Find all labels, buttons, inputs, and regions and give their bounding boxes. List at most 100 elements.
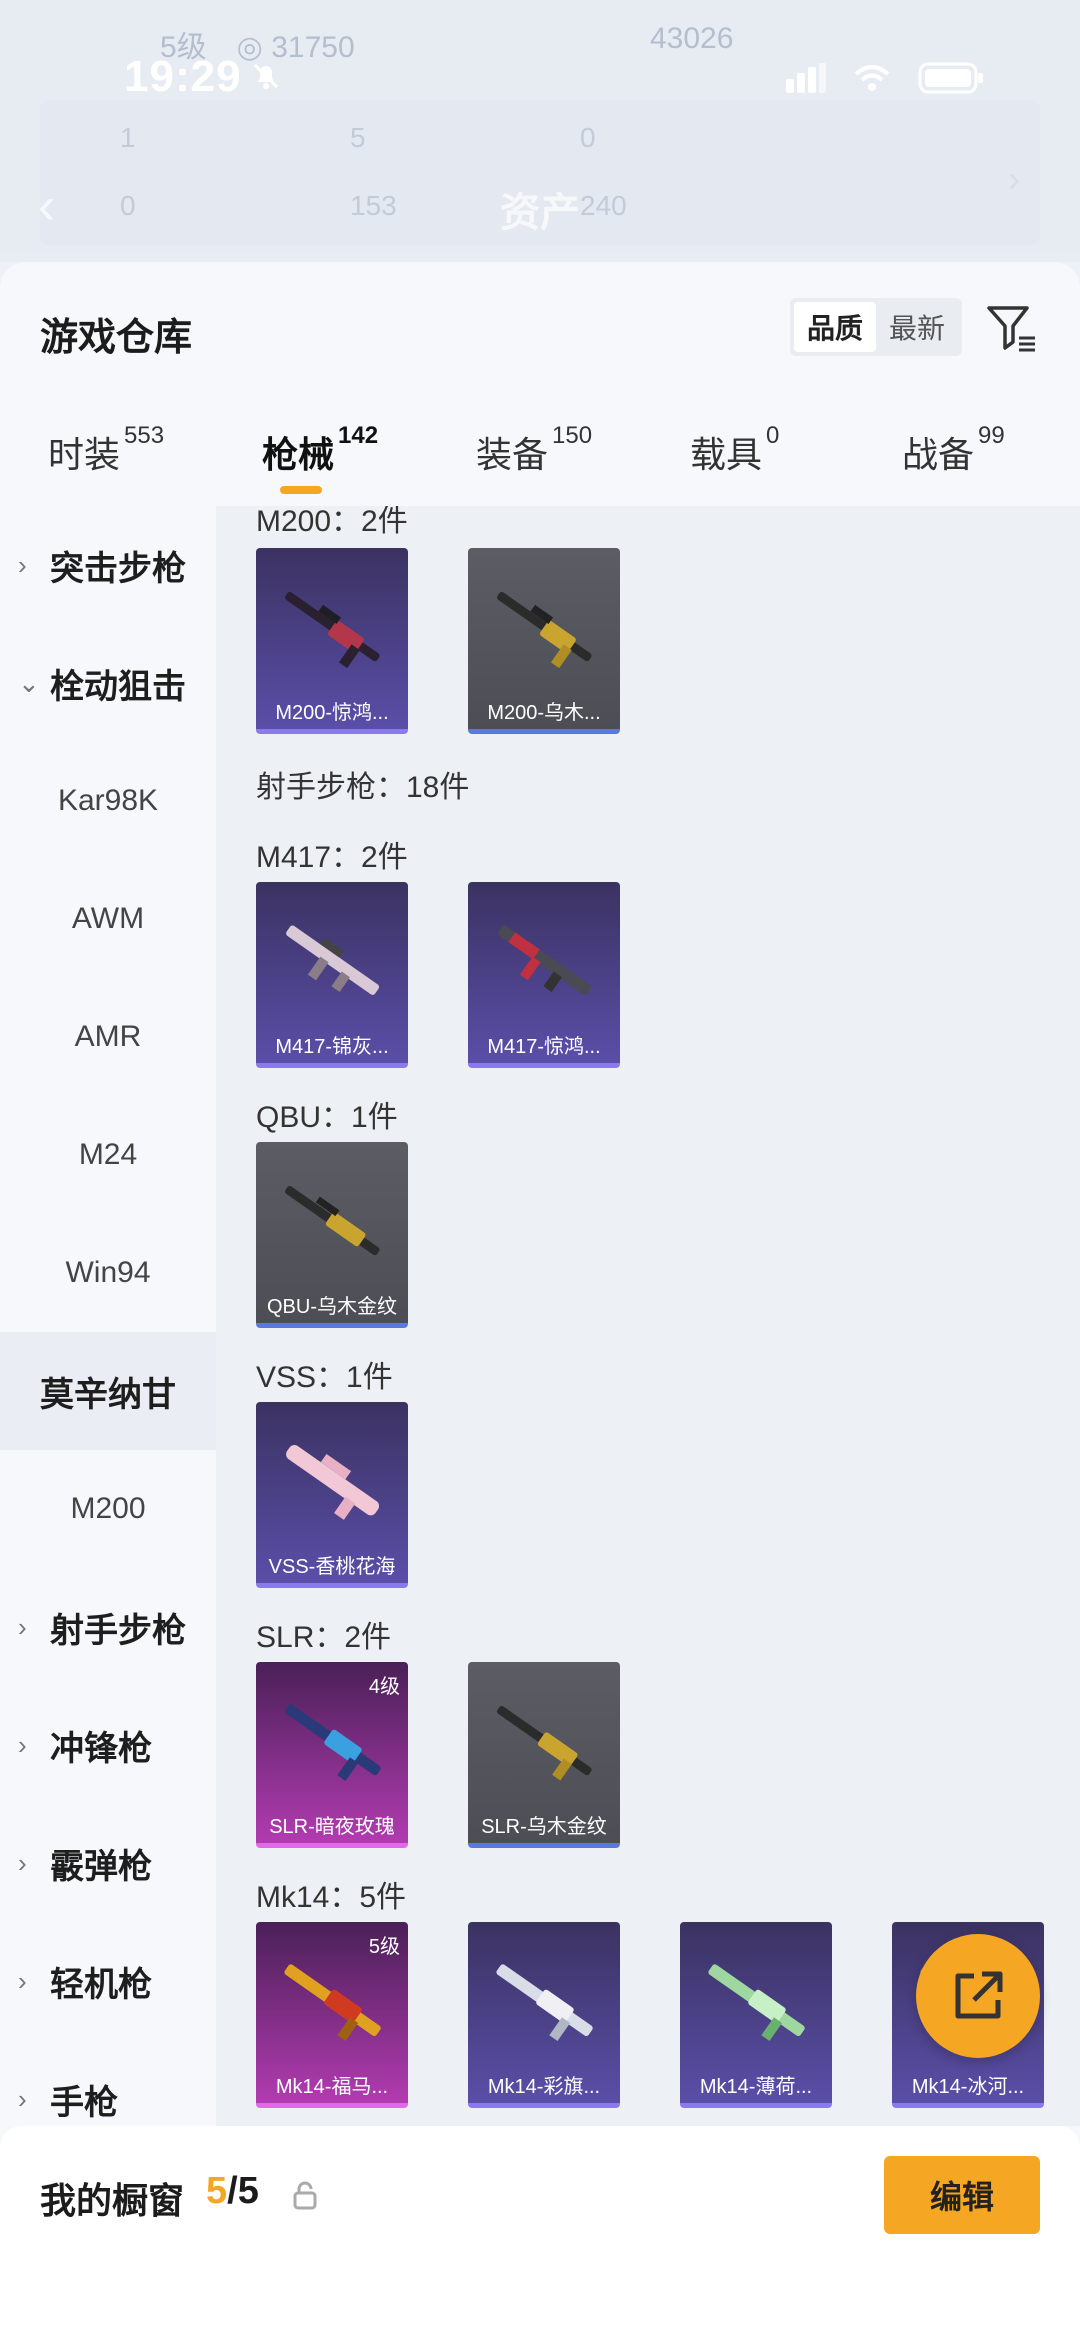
bell-muted-icon — [253, 63, 279, 89]
background-stat: 1 — [120, 122, 136, 153]
background-assets-label: 资产 — [500, 191, 580, 235]
group-label-dmr: 射手步枪：18件 — [256, 771, 470, 804]
weapon-card[interactable]: 4级 SLR-暗夜玫瑰 — [256, 1662, 408, 1848]
chevron-right-icon: › — [18, 1611, 27, 1642]
edit-button[interactable]: 编辑 — [884, 2156, 1040, 2234]
rifle-icon — [286, 925, 380, 995]
page-title: 游戏仓库 — [40, 317, 193, 359]
group-label-m417: M417：2件 — [256, 841, 408, 874]
weapon-card[interactable]: M200-惊鸿... — [256, 548, 408, 734]
background-rank-points: 43026 — [650, 22, 734, 55]
weapon-card-name: Mk14-福马... — [275, 2076, 389, 2098]
showcase-label: 我的橱窗 — [40, 2180, 185, 2221]
weapon-grid: M200：2件 M200-惊鸿... M200-乌木... 射手步枪：18件 M… — [216, 506, 1080, 2126]
rifle-icon — [285, 591, 380, 669]
weapon-card[interactable]: M200-乌木... — [468, 548, 620, 734]
showcase-count: 5/5 — [206, 2170, 259, 2212]
active-tab-indicator — [280, 486, 322, 494]
background-stat: 240 — [580, 190, 627, 221]
background-stat: 0 — [120, 190, 136, 221]
rifle-icon — [497, 1705, 592, 1781]
weapon-card[interactable]: Mk14-薄荷... — [680, 1922, 832, 2108]
chevron-right-icon: › — [18, 1847, 27, 1878]
warehouse-sheet: 游戏仓库 品质 最新 时装 553 枪械 142 装备 150 载具 0 战备 99 › 突… — [0, 262, 1080, 2347]
tab-equipment[interactable]: 装备 150 — [476, 422, 592, 478]
tab-fashion[interactable]: 时装 553 — [48, 422, 164, 478]
background-stat: 0 — [580, 122, 596, 153]
weapon-card-name: Mk14-薄荷... — [699, 2076, 813, 2098]
weapon-card[interactable]: 5级 Mk14-福马... — [256, 1922, 408, 2108]
nav-m24[interactable]: M24 — [0, 1096, 216, 1214]
weapon-card[interactable]: SLR-乌木金纹 — [468, 1662, 620, 1848]
nav-awm[interactable]: AWM — [0, 860, 216, 978]
status-icons — [786, 62, 984, 94]
wifi-icon — [854, 65, 890, 91]
weapon-card[interactable]: QBU-乌木金纹 — [256, 1142, 408, 1328]
weapon-card[interactable]: M417-惊鸿... — [468, 882, 620, 1068]
weapon-card-name: Mk14-彩旗... — [487, 2076, 601, 2098]
sort-option-newest[interactable]: 最新 — [876, 302, 958, 352]
nav-m200[interactable]: M200 — [0, 1450, 216, 1568]
chevron-right-icon: › — [18, 549, 27, 580]
chevron-right-icon: › — [1008, 158, 1020, 199]
status-time: 19:29 — [124, 52, 242, 101]
tab-supplies[interactable]: 战备 99 — [902, 422, 1005, 478]
group-label-m200: M200：2件 — [256, 506, 408, 538]
weapon-card[interactable]: Mk14-彩旗... — [468, 1922, 620, 2108]
background-stat: 153 — [350, 190, 397, 221]
rifle-icon — [497, 591, 592, 669]
rifle-icon — [496, 1964, 593, 2041]
sort-toggle: 品质 最新 — [790, 298, 962, 356]
rifle-icon — [498, 925, 592, 995]
lock-icon — [293, 2181, 317, 2210]
nav-bolt-sniper[interactable]: ⌄ 栓动狙击 — [0, 624, 216, 742]
weapon-card[interactable]: M417-锦灰... — [256, 882, 408, 1068]
weapon-card-name: Mk14-冰河... — [911, 2076, 1025, 2098]
background-profile-header: 5级 ◎ 31750 43026 1 5 0 0 153 240 资产 ‹ › — [0, 0, 1080, 262]
rifle-icon — [285, 1185, 380, 1256]
weapon-card-name: M200-乌木... — [487, 702, 601, 724]
chevron-down-icon: ⌄ — [18, 667, 40, 698]
tab-vehicles[interactable]: 载具 0 — [690, 422, 779, 478]
nav-amr[interactable]: AMR — [0, 978, 216, 1096]
nav-mosin-selected[interactable]: 莫辛纳甘 — [0, 1332, 216, 1450]
group-label-qbu: QBU：1件 — [256, 1101, 398, 1134]
nav-assault-rifle[interactable]: › 突击步枪 — [0, 506, 216, 624]
showcase-bar: 我的橱窗 5/5 编辑 — [0, 2126, 1080, 2347]
category-tabs: 时装 553 枪械 142 装备 150 载具 0 战备 99 — [0, 414, 1080, 504]
nav-lmg[interactable]: › 轻机枪 — [0, 1922, 216, 2040]
group-label-mk14: Mk14：5件 — [256, 1881, 407, 1914]
nav-shotgun[interactable]: › 霰弹枪 — [0, 1804, 216, 1922]
rifle-icon — [286, 1445, 380, 1520]
sort-option-quality[interactable]: 品质 — [794, 302, 876, 352]
signal-icon — [786, 63, 826, 93]
share-button[interactable] — [916, 1934, 1040, 2058]
weapon-card-name: SLR-乌木金纹 — [481, 1816, 607, 1838]
filter-icon[interactable] — [985, 302, 1039, 356]
rifle-icon — [284, 1964, 381, 2041]
rifle-icon — [708, 1964, 805, 2041]
weapon-card-name: VSS-香桃花海 — [268, 1556, 396, 1578]
weapon-card[interactable]: VSS-香桃花海 — [256, 1402, 408, 1588]
chevron-right-icon: › — [18, 1965, 27, 1996]
chevron-right-icon: › — [18, 1729, 27, 1760]
share-external-icon — [955, 1971, 1003, 2019]
background-stat: 5 — [350, 122, 366, 153]
back-arrow-icon[interactable]: ‹ — [38, 176, 55, 236]
nav-smg[interactable]: › 冲锋枪 — [0, 1686, 216, 1804]
weapon-category-nav: › 突击步枪 ⌄ 栓动狙击 Kar98K AWM AMR M24 Win94 莫辛纳… — [0, 506, 216, 2126]
weapon-card-name: QBU-乌木金纹 — [267, 1296, 397, 1318]
group-label-slr: SLR：2件 — [256, 1621, 392, 1654]
weapon-card-name: M417-惊鸿... — [487, 1036, 601, 1058]
weapon-card-name: M417-锦灰... — [275, 1036, 389, 1058]
tab-guns[interactable]: 枪械 142 — [262, 422, 378, 478]
weapon-card-name: SLR-暗夜玫瑰 — [269, 1816, 395, 1838]
battery-icon — [918, 62, 983, 94]
nav-win94[interactable]: Win94 — [0, 1214, 216, 1332]
chevron-right-icon: › — [18, 2083, 27, 2114]
rifle-icon — [285, 1704, 381, 1781]
nav-kar98k[interactable]: Kar98K — [0, 742, 216, 860]
nav-dmr[interactable]: › 射手步枪 — [0, 1568, 216, 1686]
group-label-vss: VSS：1件 — [256, 1361, 393, 1394]
weapon-card-name: M200-惊鸿... — [275, 702, 389, 724]
